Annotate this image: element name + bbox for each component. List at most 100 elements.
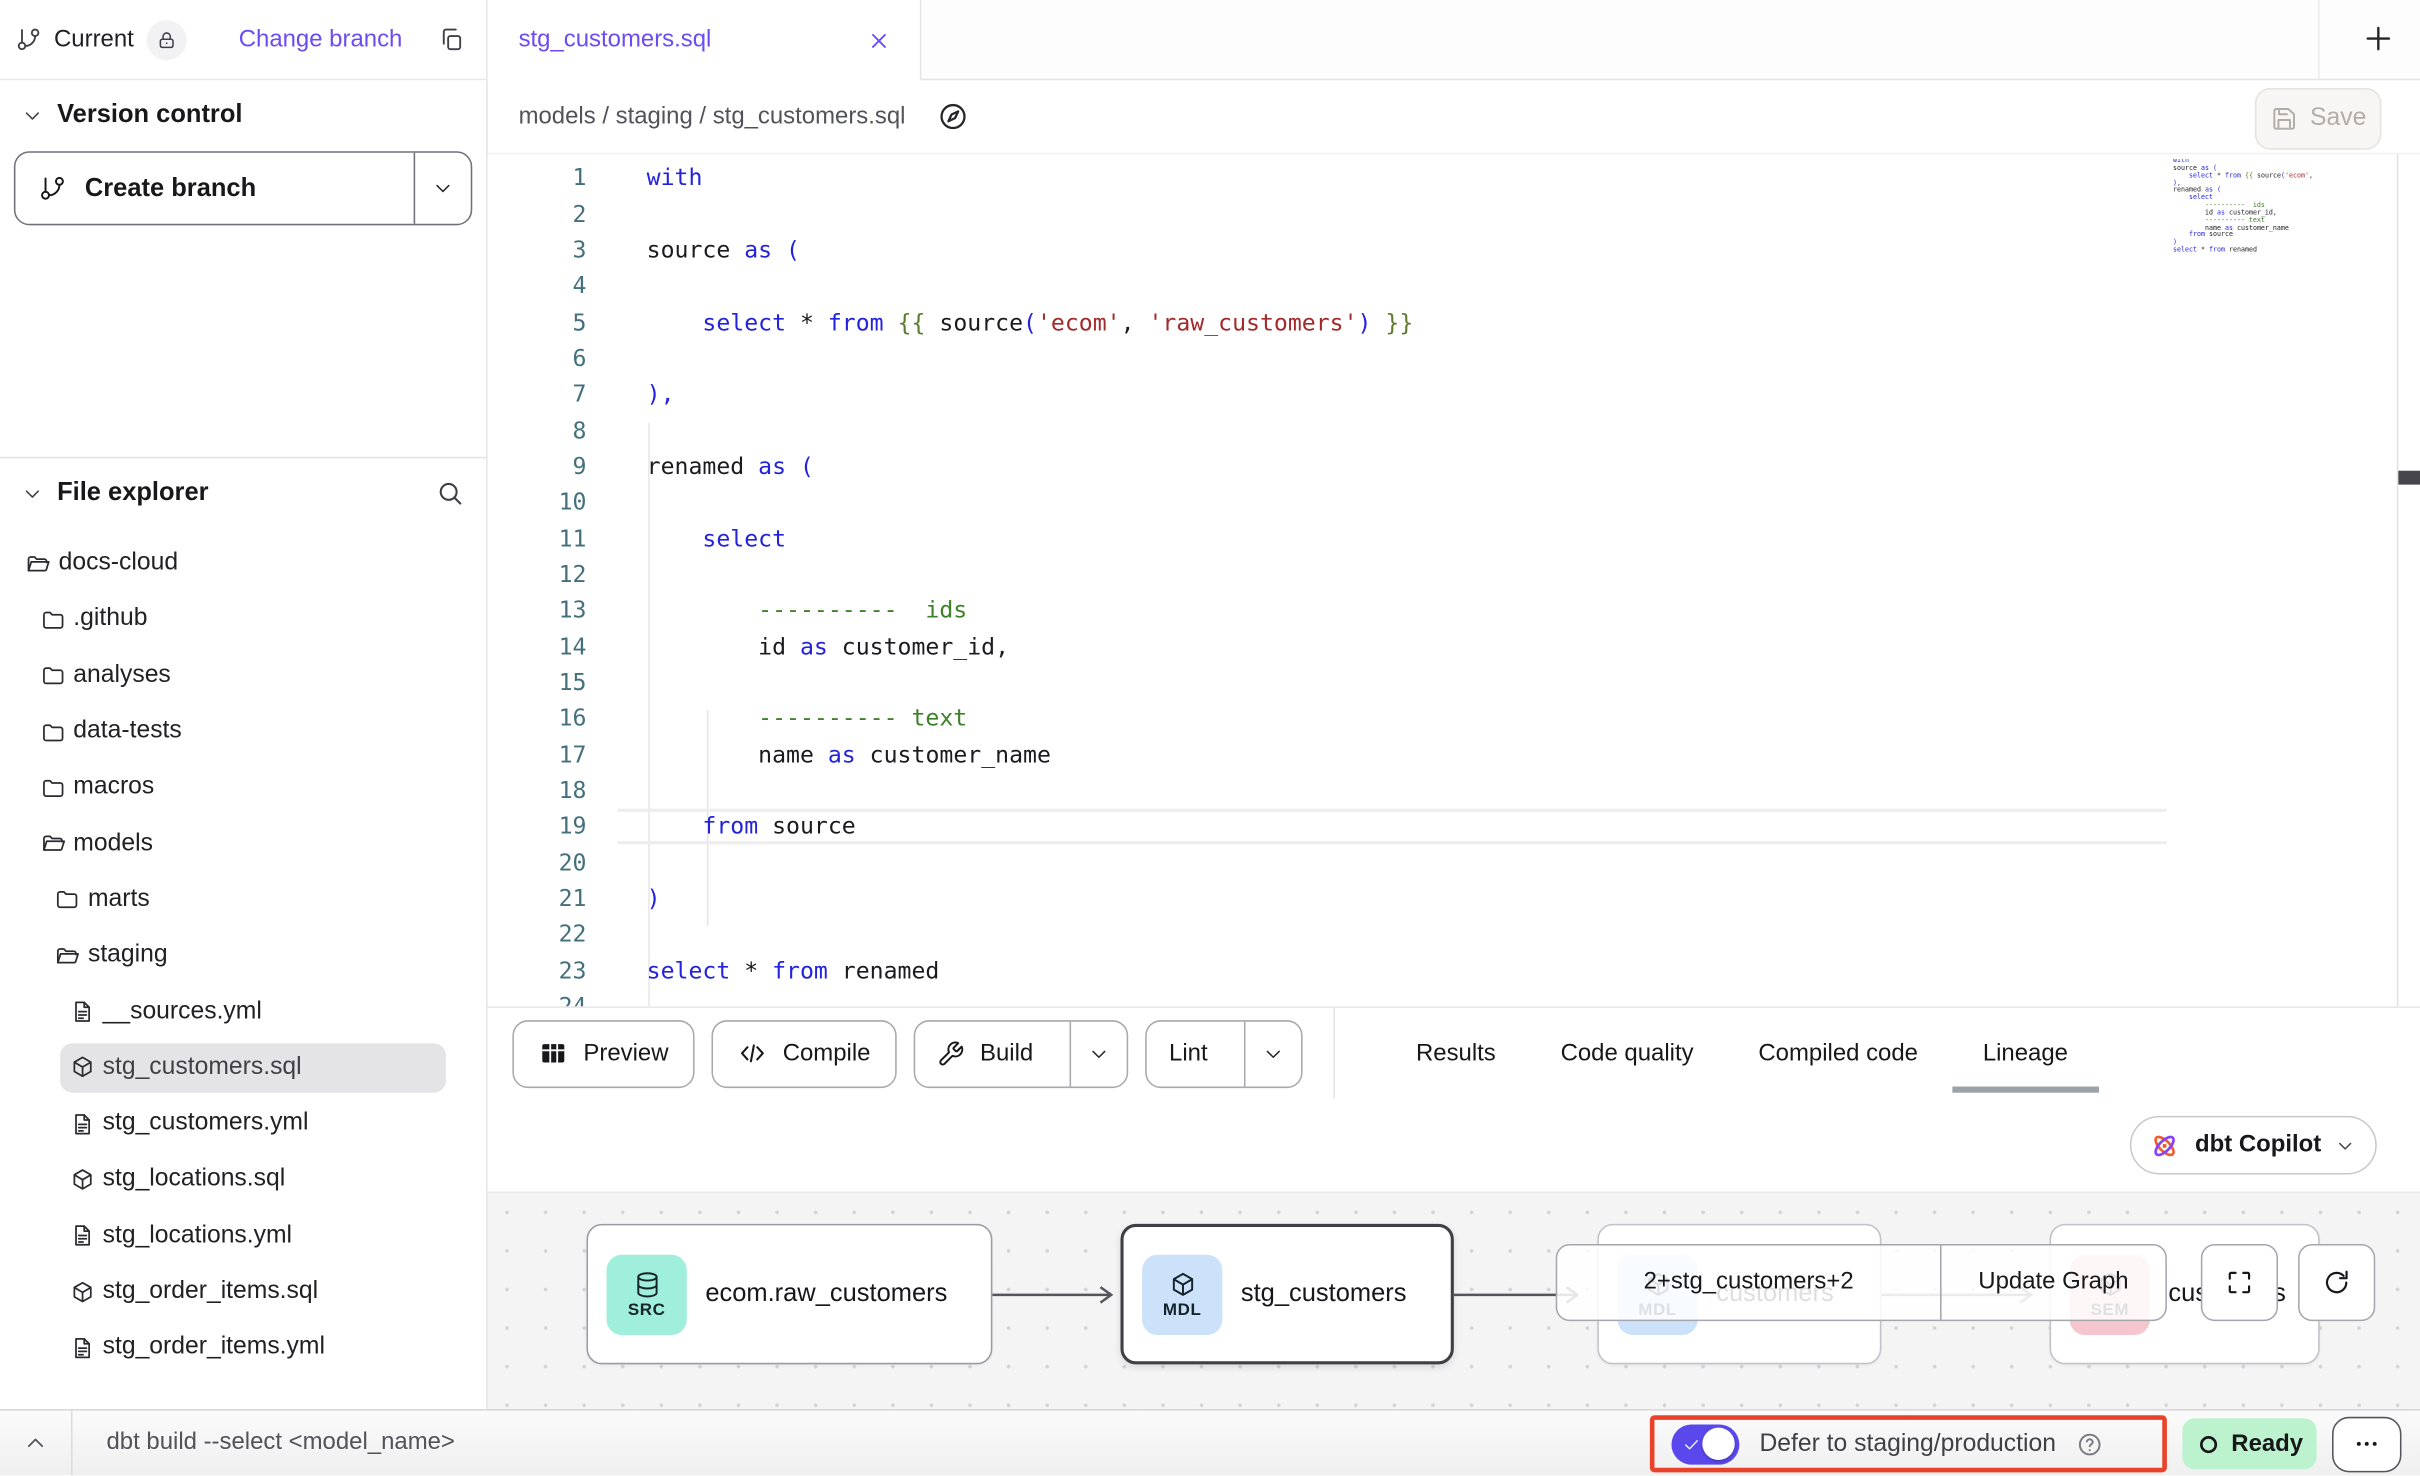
code-line-17[interactable]: 17 name as customer_name xyxy=(488,736,2420,772)
line-number: 18 xyxy=(488,776,587,804)
cube-icon xyxy=(1168,1269,1197,1298)
folder-icon xyxy=(39,662,65,688)
sidebar-item-stg-customers-sql[interactable]: stg_customers.sql xyxy=(0,1040,486,1096)
code-line-19[interactable]: 19 from source xyxy=(488,808,2420,844)
lint-button[interactable]: Lint xyxy=(1147,1021,1229,1086)
node-label: stg_customers xyxy=(1241,1279,1407,1308)
status-bar: dbt build --select <model_name> Defer to… xyxy=(0,1409,2420,1475)
chevron-up-icon xyxy=(23,1431,48,1456)
sidebar-item-staging[interactable]: staging xyxy=(0,928,486,984)
save-button[interactable]: Save xyxy=(2255,88,2382,150)
tab-code-quality[interactable]: Code quality xyxy=(1561,1008,1694,1099)
sidebar-item-docs-cloud[interactable]: docs-cloud xyxy=(0,536,486,592)
lineage-node-ecom-raw-customers[interactable]: SRCecom.raw_customers xyxy=(586,1224,992,1364)
lineage-selector-input[interactable]: 2+stg_customers+2 xyxy=(1557,1245,1941,1319)
code-line-22[interactable]: 22 xyxy=(488,916,2420,952)
code-line-5[interactable]: 5 select * from {{ source('ecom', 'raw_c… xyxy=(488,304,2420,340)
command-input[interactable]: dbt build --select <model_name> xyxy=(106,1429,454,1457)
code-line-8[interactable]: 8 xyxy=(488,412,2420,448)
sidebar-item-stg-order-items-sql[interactable]: stg_order_items.sql xyxy=(0,1264,486,1320)
code-line-24[interactable]: 24 xyxy=(488,988,2420,1006)
new-tab-button[interactable] xyxy=(2361,22,2395,56)
lint-dropdown[interactable] xyxy=(1245,1021,1302,1086)
fullscreen-button[interactable] xyxy=(2201,1244,2278,1321)
code-line-23[interactable]: 23select * from renamed xyxy=(488,952,2420,988)
version-control-header[interactable]: Version control xyxy=(0,100,486,129)
file-explorer-header[interactable]: File explorer xyxy=(0,478,486,507)
sidebar-item-macros[interactable]: macros xyxy=(0,760,486,816)
defer-toggle[interactable] xyxy=(1671,1424,1739,1464)
more-options-button[interactable] xyxy=(2332,1416,2401,1472)
defer-toggle-annotation: Defer to staging/production xyxy=(1650,1415,2167,1472)
code-line-7[interactable]: 7), xyxy=(488,376,2420,412)
create-branch-button[interactable]: Create branch xyxy=(14,151,472,225)
sidebar-item-analyses[interactable]: analyses xyxy=(0,648,486,704)
code-line-13[interactable]: 13 ---------- ids xyxy=(488,592,2420,628)
sidebar-item-data-tests[interactable]: data-tests xyxy=(0,704,486,760)
copy-icon[interactable] xyxy=(438,26,464,52)
build-dropdown[interactable] xyxy=(1070,1021,1127,1086)
code-line-16[interactable]: 16 ---------- text xyxy=(488,700,2420,736)
code-line-1[interactable]: 1with xyxy=(488,160,2420,196)
tab-bar: stg_customers.sql xyxy=(488,0,2420,80)
file-name: analyses xyxy=(73,662,170,690)
sidebar-item-stg-order-items-yml[interactable]: stg_order_items.yml xyxy=(0,1320,486,1376)
tab-compiled-code[interactable]: Compiled code xyxy=(1758,1008,1918,1099)
code-line-21[interactable]: 21) xyxy=(488,880,2420,916)
wrench-icon xyxy=(937,1039,965,1067)
chevron-down-icon xyxy=(1263,1043,1285,1065)
lineage-node-stg-customers[interactable]: MDLstg_customers xyxy=(1120,1224,1453,1364)
code-line-20[interactable]: 20 xyxy=(488,844,2420,880)
file-name: stg_customers.sql xyxy=(103,1054,302,1082)
ellipsis-icon xyxy=(2352,1429,2381,1458)
help-icon[interactable] xyxy=(2076,1430,2104,1458)
line-number: 21 xyxy=(488,884,587,912)
lineage-canvas[interactable]: SRCecom.raw_customersMDLstg_customersMDL… xyxy=(488,1191,2420,1409)
close-icon[interactable] xyxy=(866,27,892,53)
line-number: 12 xyxy=(488,560,587,588)
preview-button[interactable]: Preview xyxy=(512,1019,694,1087)
model-cube-icon xyxy=(69,1279,95,1305)
toolbar-divider xyxy=(1334,1007,1336,1100)
refresh-button[interactable] xyxy=(2298,1244,2375,1321)
dbt-copilot-button[interactable]: dbt Copilot xyxy=(2130,1116,2377,1175)
sidebar-item--sources-yml[interactable]: __sources.yml xyxy=(0,984,486,1040)
code-text: select * from renamed xyxy=(647,956,940,984)
code-line-15[interactable]: 15 xyxy=(488,664,2420,700)
chevron-down-icon xyxy=(22,482,44,504)
code-text: ), xyxy=(647,380,675,408)
sidebar-item-stg-locations-sql[interactable]: stg_locations.sql xyxy=(0,1152,486,1208)
sidebar-item-marts[interactable]: marts xyxy=(0,872,486,928)
update-graph-button[interactable]: Update Graph xyxy=(1942,1245,2166,1319)
tab-results[interactable]: Results xyxy=(1416,1008,1496,1099)
sidebar-item-stg-locations-yml[interactable]: stg_locations.yml xyxy=(0,1208,486,1264)
command-bar-expand[interactable] xyxy=(0,1411,73,1476)
search-icon[interactable] xyxy=(435,478,464,507)
code-line-6[interactable]: 6 xyxy=(488,340,2420,376)
code-line-4[interactable]: 4 xyxy=(488,268,2420,304)
model-health-button[interactable] xyxy=(926,89,982,145)
sidebar-item-stg-customers-yml[interactable]: stg_customers.yml xyxy=(0,1096,486,1152)
code-line-14[interactable]: 14 id as customer_id, xyxy=(488,628,2420,664)
change-branch-link[interactable]: Change branch xyxy=(239,25,403,53)
code-line-11[interactable]: 11 select xyxy=(488,520,2420,556)
tab-stg-customers-sql[interactable]: stg_customers.sql xyxy=(488,0,922,80)
sidebar-item--github[interactable]: .github xyxy=(0,592,486,648)
code-line-12[interactable]: 12 xyxy=(488,556,2420,592)
file-name: stg_locations.yml xyxy=(103,1222,292,1250)
editor-toolbar: Preview Compile Build xyxy=(488,1006,2420,1099)
version-control-section: Version control Create branch xyxy=(0,80,486,458)
code-line-18[interactable]: 18 xyxy=(488,772,2420,808)
create-branch-dropdown[interactable] xyxy=(414,153,471,224)
build-button[interactable]: Build xyxy=(915,1021,1055,1086)
tab-lineage[interactable]: Lineage xyxy=(1983,1008,2068,1099)
sidebar-item-models[interactable]: models xyxy=(0,816,486,872)
create-branch-main[interactable]: Create branch xyxy=(15,153,413,224)
code-line-10[interactable]: 10 xyxy=(488,484,2420,520)
code-editor[interactable]: 1with23source as (45 select * from {{ so… xyxy=(488,154,2420,1006)
code-line-3[interactable]: 3source as ( xyxy=(488,232,2420,268)
chevron-down-icon xyxy=(432,177,454,199)
code-line-2[interactable]: 2 xyxy=(488,196,2420,232)
code-line-9[interactable]: 9renamed as ( xyxy=(488,448,2420,484)
compile-button[interactable]: Compile xyxy=(712,1019,897,1087)
